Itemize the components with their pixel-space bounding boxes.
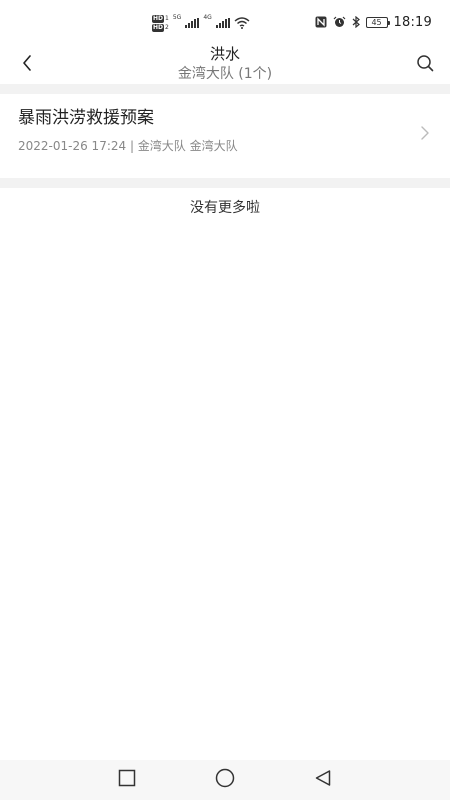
back-nav-button[interactable] <box>311 768 335 792</box>
nfc-icon <box>315 16 327 28</box>
hd-badge: HD <box>152 14 165 23</box>
status-right: 45 18:19 <box>315 12 432 32</box>
network-indicators: HD 1 HD 2 5G 4G <box>152 12 250 34</box>
network-type-label: 4G <box>203 14 212 21</box>
list-item[interactable]: 暴雨洪涝救援预案 2022-01-26 17:24 | 金湾大队 金湾大队 <box>0 94 450 178</box>
plan-title: 暴雨洪涝救援预案 <box>18 108 154 128</box>
end-of-list-text: 没有更多啦 <box>190 200 260 216</box>
clock: 18:19 <box>393 14 432 30</box>
search-button[interactable] <box>410 50 440 80</box>
page-subtitle: 金湾大队 (1个) <box>177 66 273 82</box>
battery-icon: 45 <box>365 16 390 28</box>
back-button[interactable] <box>12 50 42 80</box>
header-divider <box>0 84 450 94</box>
title-block: 洪水 金湾大队 (1个) <box>100 44 350 84</box>
hd-badge: HD <box>152 23 165 32</box>
bluetooth-icon <box>352 16 360 28</box>
recent-apps-button[interactable] <box>115 768 139 792</box>
system-nav-bar <box>0 760 450 800</box>
plan-meta: 2022-01-26 17:24 | 金湾大队 金湾大队 <box>18 139 238 153</box>
chevron-left-icon <box>22 55 32 75</box>
signal-strength-icon <box>215 18 230 28</box>
chevron-right-icon <box>418 126 432 140</box>
app-header: 洪水 金湾大队 (1个) <box>0 44 450 84</box>
signal-strength-icon <box>185 18 200 28</box>
sim2-badge: HD 2 <box>152 23 169 32</box>
network-type-label: 5G <box>172 14 182 21</box>
sim-number: 1 <box>165 14 169 22</box>
sim-number: 2 <box>165 23 169 31</box>
search-icon <box>416 54 434 76</box>
square-icon <box>118 769 136 791</box>
alarm-icon <box>333 16 346 28</box>
sim1-badge: HD 1 <box>152 14 169 23</box>
home-button[interactable] <box>213 768 237 792</box>
list-divider <box>0 178 450 188</box>
sim-badges: HD 1 HD 2 <box>152 14 169 32</box>
wifi-icon <box>234 17 250 29</box>
battery-level: 45 <box>371 17 382 27</box>
page-title: 洪水 <box>209 45 240 63</box>
triangle-back-icon <box>314 769 332 791</box>
status-bar: HD 1 HD 2 5G 4G 45 18:19 <box>0 0 450 44</box>
circle-icon <box>215 768 235 792</box>
